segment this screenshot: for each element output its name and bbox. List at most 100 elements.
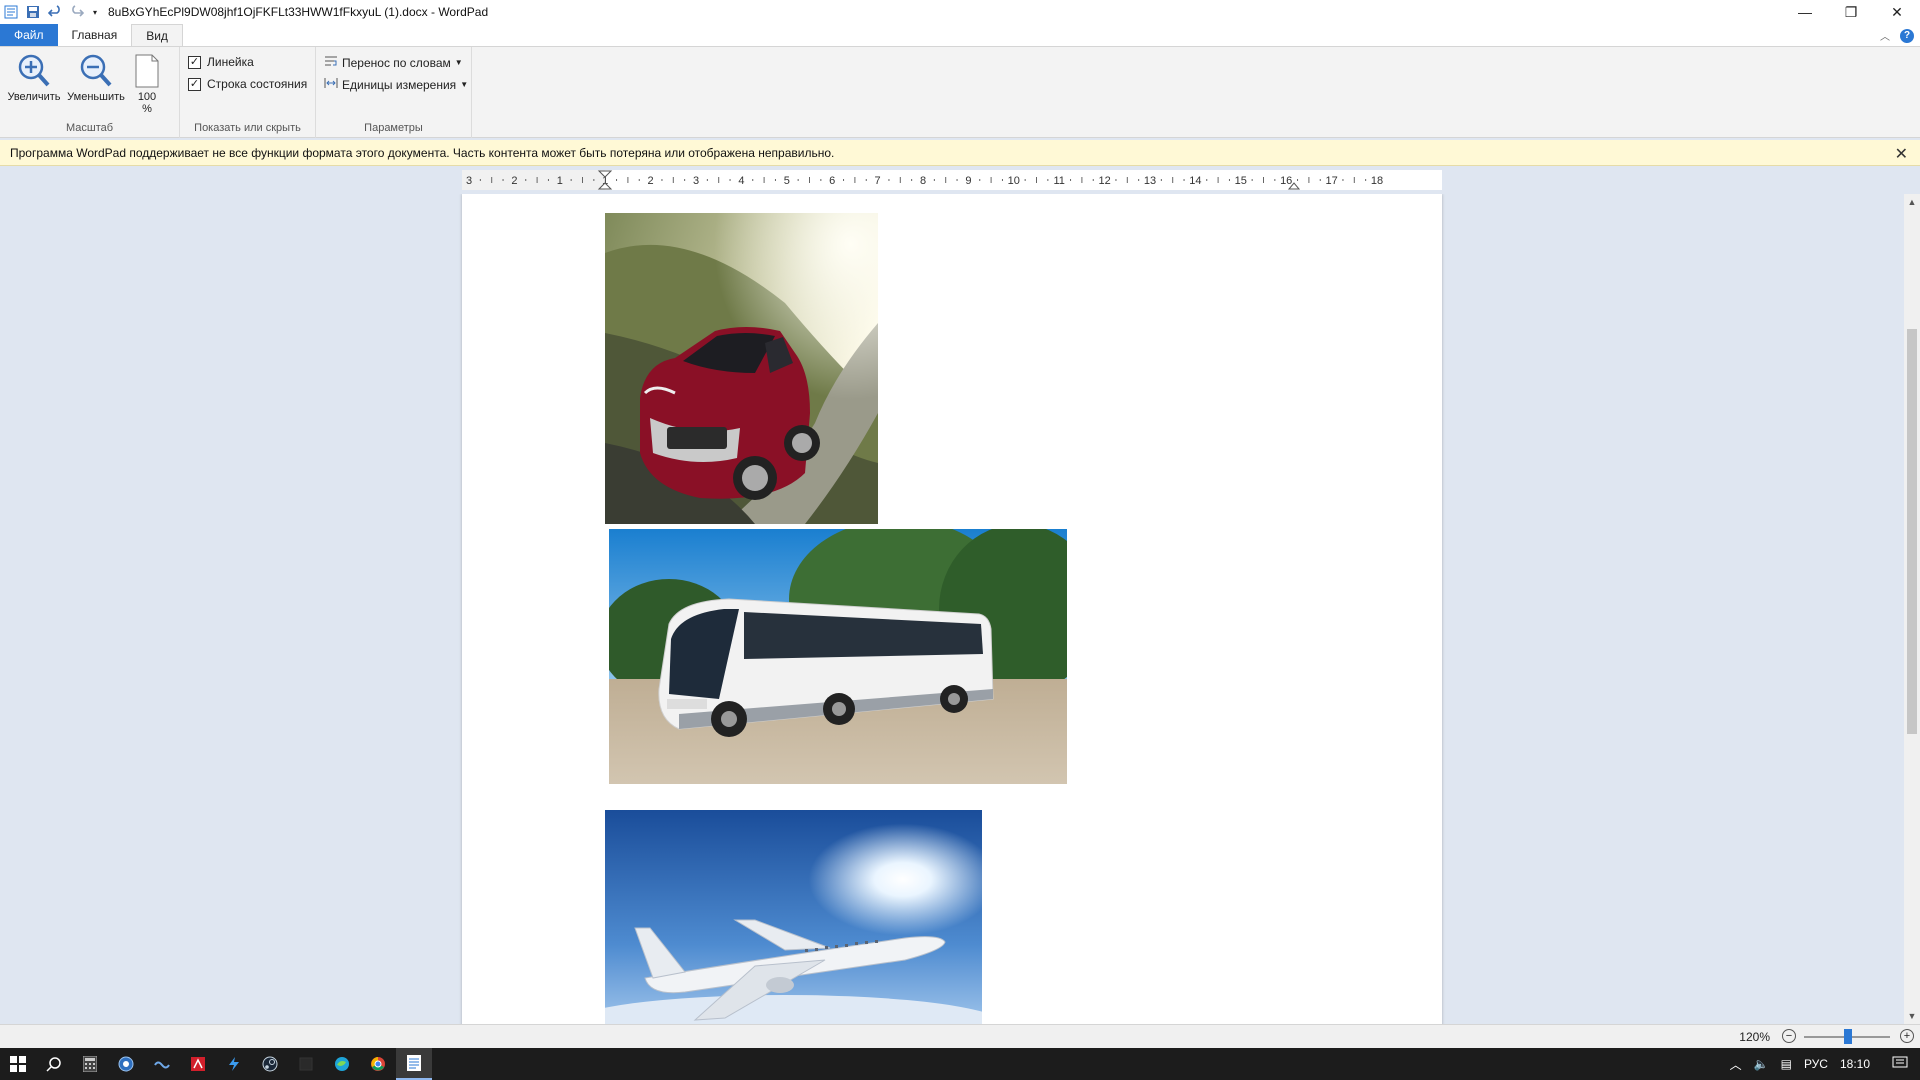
notifications-icon[interactable] [1892,1056,1908,1073]
input-language[interactable]: РУС [1804,1057,1828,1071]
ruler-left-margin [462,170,605,190]
wordpad-app-icon[interactable] [0,1,22,23]
ruler-label: 3 [466,175,472,187]
chevron-down-icon: ▼ [454,58,463,67]
ruler-label: 8 [920,175,926,187]
status-bar: 120% − + [0,1024,1920,1048]
statusbar-checkbox[interactable]: ✓ [188,77,201,91]
units-label: Единицы измерения [342,77,457,92]
units-dropdown[interactable]: Единицы измерения ▼ [324,77,468,92]
search-icon[interactable] [36,1048,72,1080]
zoom-in-small-button[interactable]: + [1900,1029,1914,1043]
vertical-scrollbar[interactable]: ▲ ▼ [1904,194,1920,1024]
zoom-in-icon [14,51,54,91]
ruler-checkbox-label: Линейка [207,55,254,69]
zoom-100-percent: % [142,103,152,115]
warning-text: Программа WordPad поддерживает не все фу… [10,145,835,160]
chrome-browser-icon[interactable] [360,1048,396,1080]
red-car-image[interactable] [605,213,878,524]
save-icon[interactable] [22,1,44,23]
tab-view[interactable]: Вид [131,24,183,46]
units-icon [324,77,338,92]
ruler-label: 11 [1053,175,1064,187]
zoom-slider-thumb[interactable] [1844,1029,1852,1044]
ruler-label: 14 [1189,175,1201,187]
minimize-button[interactable]: — [1782,0,1828,24]
ruler-label: 12 [1098,175,1110,187]
zoom-group-label: Масштаб [65,122,114,134]
ruler-label: 1 [557,175,563,187]
chevron-down-icon: ▼ [460,80,469,89]
zoom-out-button[interactable]: Уменьшить [66,51,126,103]
tray-chevron-up-icon[interactable]: ︿ [1730,1056,1742,1073]
ruler-label: 6 [829,175,835,187]
zoom-in-button[interactable]: Увеличить [4,51,64,103]
edge-browser-icon[interactable] [324,1048,360,1080]
compatibility-warning-bar: Программа WordPad поддерживает не все фу… [0,140,1920,166]
ruler-label: 9 [965,175,971,187]
params-group: Перенос по словам ▼ Единицы измерения ▼ … [316,47,472,138]
wordpad-taskbar-icon[interactable] [396,1048,432,1080]
tab-file[interactable]: Файл [0,24,58,46]
dark-app-icon[interactable] [288,1048,324,1080]
clock[interactable]: 18:10 [1840,1057,1870,1071]
ruler-checkbox-row[interactable]: ✓ Линейка [188,55,254,69]
ruler-label: 2 [648,175,654,187]
close-warning-button[interactable]: ✕ [1895,144,1908,164]
undo-icon[interactable] [44,1,66,23]
redo-icon[interactable] [66,1,88,23]
zoom-group: Увеличить Уменьшить 100 % Масштаб [0,47,180,138]
ruler-checkbox[interactable]: ✓ [188,55,201,69]
document-page[interactable] [462,194,1442,1024]
scroll-down-icon[interactable]: ▼ [1904,1008,1920,1024]
system-tray: ︿ 🔈 ▤ РУС 18:10 [1730,1048,1920,1080]
restore-button[interactable]: ❐ [1828,0,1874,24]
calculator-app-icon[interactable] [72,1048,108,1080]
customize-quick-access-icon[interactable]: ▾ [88,1,102,23]
ribbon-panel: Увеличить Уменьшить 100 % Масштаб ✓ Лине… [0,46,1920,138]
close-button[interactable]: ✕ [1874,0,1920,24]
taskbar: ︿ 🔈 ▤ РУС 18:10 [0,1048,1920,1080]
bolt-app-icon[interactable] [216,1048,252,1080]
ruler-label: 13 [1144,175,1156,187]
ruler-scale: 3 2 1 1 2 3 4 5 6 7 8 9 10 11 12 13 14 15 16 17 18 [462,170,1383,190]
ruler-label: 7 [875,175,881,187]
document-area[interactable] [0,194,1904,1024]
show-hide-group-label: Показать или скрыть [194,122,301,134]
ruler-label: 17 [1325,175,1337,187]
ruler-label: 10 [1008,175,1020,187]
collapse-ribbon-icon[interactable]: ︿ [1880,28,1890,43]
zoom-out-small-button[interactable]: − [1782,1029,1796,1043]
ruler-label: 15 [1235,175,1247,187]
tab-home[interactable]: Главная [58,24,132,46]
word-wrap-icon [324,55,338,70]
ruler-label: 2 [511,175,517,187]
ruler-label: 5 [784,175,790,187]
word-wrap-dropdown[interactable]: Перенос по словам ▼ [324,55,463,70]
page-100-icon [132,51,162,91]
pdf-app-icon[interactable] [180,1048,216,1080]
circle-app-icon[interactable] [108,1048,144,1080]
steam-icon[interactable] [252,1048,288,1080]
volume-icon[interactable]: 🔈 [1754,1057,1769,1071]
show-hide-group: ✓ Линейка ✓ Строка состояния Показать ил… [180,47,316,138]
zoom-100-button[interactable]: 100 % [122,51,172,115]
help-icon[interactable]: ? [1900,28,1914,43]
scrollbar-thumb[interactable] [1907,329,1917,734]
bus-image[interactable] [609,529,1067,784]
zoom-level: 120% [1739,1030,1770,1044]
ruler-label: 3 [693,175,699,187]
window-title: 8uBxGYhEcPl9DW08jhf1OjFKFLt33HWW1fFkxyuL… [108,5,489,19]
statusbar-checkbox-row[interactable]: ✓ Строка состояния [188,77,307,91]
ribbon-tabs: Файл Главная Вид ︿ ? [0,24,1920,46]
title-bar: ▾ 8uBxGYhEcPl9DW08jhf1OjFKFLt33HWW1fFkxy… [0,0,1920,24]
scroll-up-icon[interactable]: ▲ [1904,194,1920,210]
statusbar-checkbox-label: Строка состояния [207,77,308,91]
ruler[interactable]: 3 2 1 1 2 3 4 5 6 7 8 9 10 11 12 13 14 15 16 17 18 [462,170,1442,190]
network-icon[interactable]: ▤ [1781,1057,1792,1071]
zoom-out-icon [76,51,116,91]
zoom-100-label: 100 [137,91,157,103]
start-windows-icon[interactable] [0,1048,36,1080]
wave-app-icon[interactable] [144,1048,180,1080]
airplane-image[interactable] [605,810,982,1024]
